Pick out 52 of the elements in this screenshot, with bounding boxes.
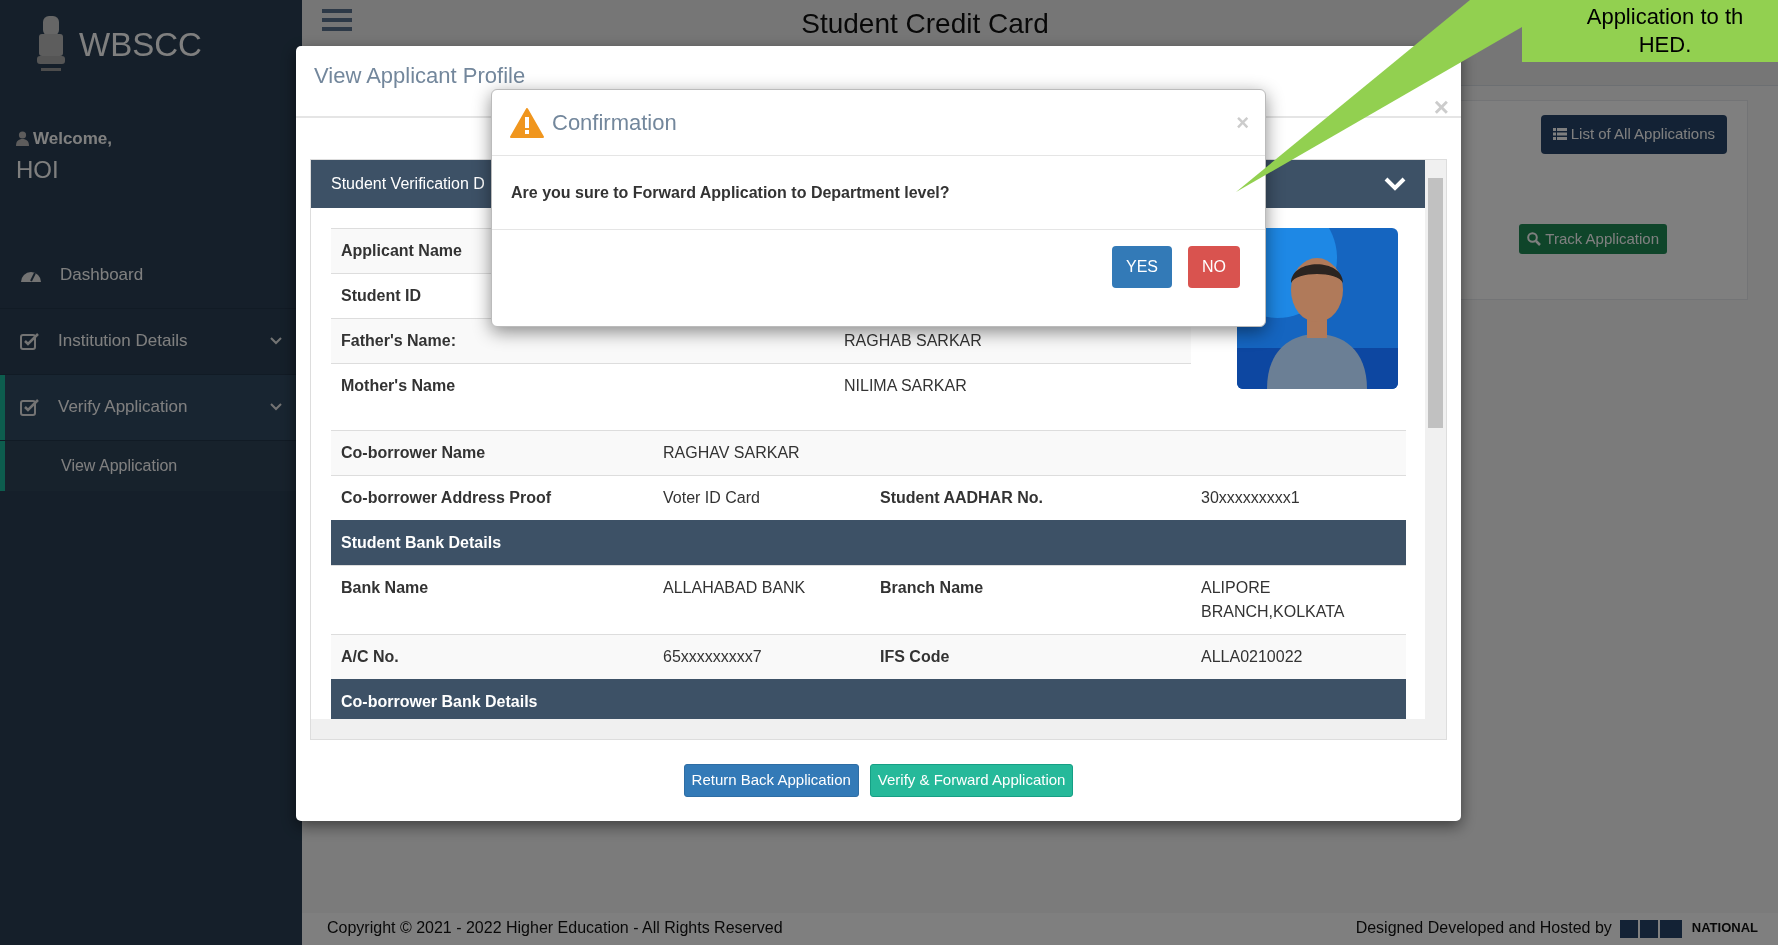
field-value: 30xxxxxxxxx1 <box>1201 489 1300 506</box>
field-label: Applicant Name <box>340 242 462 259</box>
action-button[interactable]: Return Back Application <box>683 764 859 797</box>
callout-text: Application to th <box>1586 3 1744 31</box>
list-applications-button[interactable]: List of All Applications <box>1540 115 1727 154</box>
page-title: Student Credit Card <box>800 8 1050 40</box>
welcome-text: Welcome, <box>33 128 113 150</box>
field-label: Mother's Name <box>340 377 456 394</box>
field-value: RAGHAB SARKAR <box>844 331 982 351</box>
field-value: ALLA0210022 <box>1201 648 1303 665</box>
section-header: Student Bank Details <box>331 520 1406 565</box>
dialog-title: View Applicant Profile <box>314 62 526 90</box>
field-label: Co-borrower Name <box>341 444 486 461</box>
field-label: Bank Name <box>341 579 429 596</box>
chevron-down-icon[interactable] <box>1384 177 1406 191</box>
field-value: ALLAHABAD BANK <box>663 579 806 596</box>
warning-icon <box>510 107 544 138</box>
field-label: Student ID <box>340 287 421 304</box>
field-label: Student AADHAR No. <box>880 489 1043 506</box>
brand-name: WBSCC <box>79 25 202 66</box>
field-value: 65xxxxxxxxx7 <box>663 648 762 665</box>
list-icon <box>1552 128 1567 141</box>
callout-text: HED. <box>1638 30 1692 58</box>
confirmation-message: Are you sure to Forward Application to Department level? <box>511 182 950 203</box>
field-label: IFS Code <box>880 648 950 665</box>
menu-icon[interactable] <box>322 8 352 32</box>
field-value: ALIPORE BRANCH,KOLKATA <box>1201 579 1345 620</box>
no-button[interactable]: NO <box>1188 246 1240 288</box>
chevron-down-icon <box>270 337 282 345</box>
field-value: RAGHAV SARKAR <box>663 444 800 461</box>
chevron-down-icon <box>270 403 282 411</box>
track-application-button[interactable]: Track Application <box>1519 223 1667 254</box>
checkbox-icon <box>20 332 40 350</box>
field-label: Father's Name: <box>340 332 456 349</box>
user-name: HOI <box>15 154 60 185</box>
field-value: Voter ID Card <box>663 489 760 506</box>
dialog-title: Confirmation <box>552 109 678 137</box>
field-label: A/C No. <box>341 648 399 665</box>
scrollbar[interactable] <box>1425 160 1446 721</box>
field-label: Co-borrower Address Proof <box>341 489 552 506</box>
scrollbar[interactable] <box>311 719 1446 739</box>
field-label: Branch Name <box>880 579 984 596</box>
checkbox-icon <box>20 398 40 416</box>
action-button[interactable]: Verify & Forward Application <box>869 764 1074 797</box>
yes-button[interactable]: YES <box>1112 246 1172 288</box>
copyright-text: Copyright © 2021 - 2022 Higher Education - All Rights Reserved <box>327 918 783 938</box>
panel-title: Student Verification D <box>331 174 485 194</box>
user-icon <box>16 131 29 147</box>
search-icon <box>1527 231 1542 246</box>
credit-text: Designed Developed and Hosted by <box>1355 918 1612 938</box>
field-value: NILIMA SARKAR <box>844 376 967 396</box>
logo-text: NATIONAL <box>1691 919 1758 938</box>
